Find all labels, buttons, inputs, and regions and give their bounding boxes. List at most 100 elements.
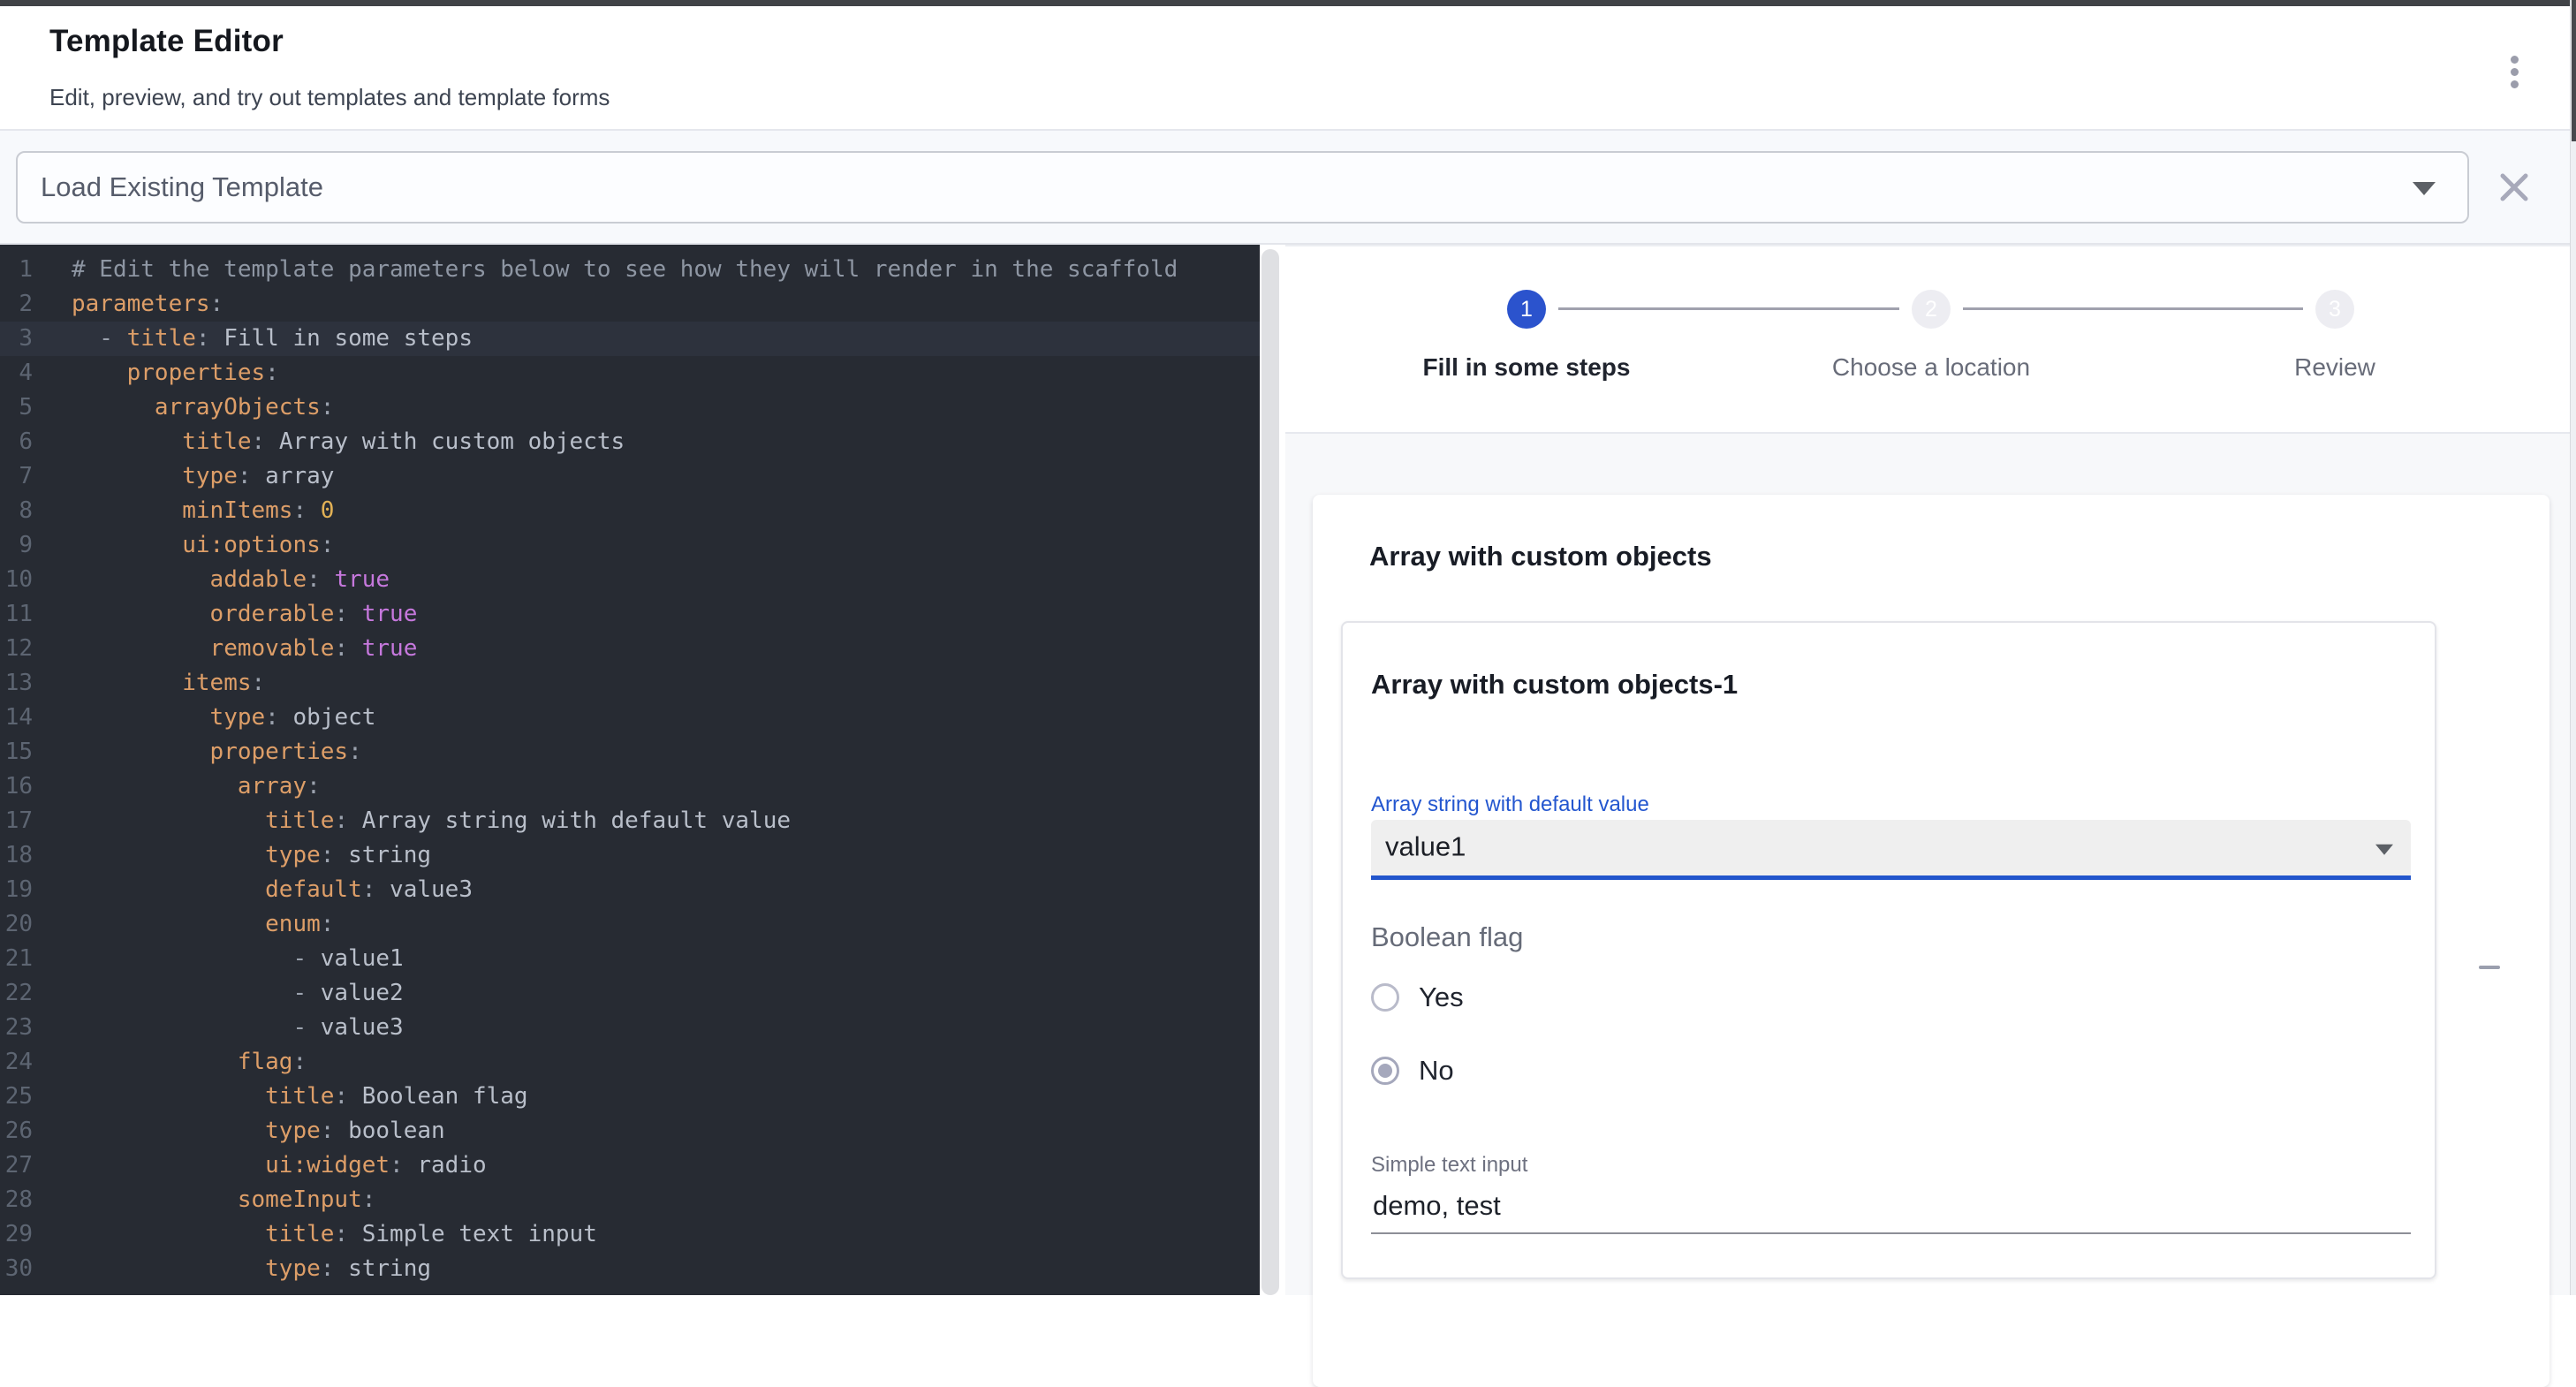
code-line: 27 ui:widget: radio: [0, 1148, 1260, 1183]
form-section-card: Array with custom objects Array with cus…: [1313, 495, 2549, 1387]
line-number: 13: [0, 666, 33, 701]
step-label: Choose a location: [1832, 353, 2030, 382]
line-number: 16: [0, 769, 33, 804]
stepper-connector: [1558, 307, 1899, 310]
code-line: 3 - title: Fill in some steps: [0, 322, 1260, 356]
line-number: 1: [0, 253, 33, 287]
code-line: 21 - value1: [0, 942, 1260, 976]
line-number: 12: [0, 632, 33, 666]
code-line: 11 orderable: true: [0, 597, 1260, 632]
line-number: 27: [0, 1148, 33, 1183]
step-label: Review: [2294, 353, 2375, 382]
template-toolbar: Load Existing Template: [0, 131, 2576, 245]
template-preview-panel: 1 Fill in some steps 2 Choose a location…: [1285, 245, 2576, 1295]
step-circle[interactable]: 2: [1912, 290, 1951, 329]
line-number: 11: [0, 597, 33, 632]
radio-icon: [1371, 1057, 1399, 1085]
minus-icon: [2479, 966, 2500, 969]
code-line: 20 enum:: [0, 907, 1260, 942]
code-line: 7 type: array: [0, 459, 1260, 494]
line-number: 15: [0, 735, 33, 769]
scrollbar-thumb[interactable]: [2572, 0, 2576, 141]
code-line: 19 default: value3: [0, 873, 1260, 907]
page-scrollbar[interactable]: [2570, 0, 2576, 1295]
yaml-code-editor[interactable]: 1# Edit the template parameters below to…: [0, 245, 1260, 1295]
code-lines: 1# Edit the template parameters below to…: [0, 253, 1260, 1286]
line-number: 28: [0, 1183, 33, 1217]
line-number: 25: [0, 1080, 33, 1114]
editor-preview-split: 1# Edit the template parameters below to…: [0, 245, 2576, 1295]
more-options-button[interactable]: [2491, 45, 2537, 98]
radio-icon: [1371, 983, 1399, 1012]
code-line: 18 type: string: [0, 838, 1260, 873]
simple-text-input[interactable]: demo, test: [1371, 1185, 2411, 1234]
step-circle[interactable]: 3: [2315, 290, 2354, 329]
code-line: 23 - value3: [0, 1011, 1260, 1045]
code-line: 9 ui:options:: [0, 528, 1260, 563]
code-line: 16 array:: [0, 769, 1260, 804]
text-field-value: demo, test: [1373, 1190, 1501, 1222]
code-line: 2parameters:: [0, 287, 1260, 322]
window-top-strip: [0, 0, 2576, 6]
step-label: Fill in some steps: [1423, 353, 1631, 382]
code-line: 4 properties:: [0, 356, 1260, 390]
line-number: 4: [0, 356, 33, 390]
code-line: 6 title: Array with custom objects: [0, 425, 1260, 459]
line-number: 10: [0, 563, 33, 597]
form-section-title: Array with custom objects: [1369, 541, 1712, 572]
code-line: 8 minItems: 0: [0, 494, 1260, 528]
line-number: 8: [0, 494, 33, 528]
code-line: 26 type: boolean: [0, 1114, 1260, 1148]
radio-option-no[interactable]: No: [1371, 1051, 1454, 1090]
line-number: 3: [0, 322, 33, 356]
close-icon: [2494, 167, 2534, 208]
line-number: 19: [0, 873, 33, 907]
caret-down-icon: [2413, 182, 2436, 195]
page-header: Template Editor Edit, preview, and try o…: [0, 6, 2576, 131]
line-number: 7: [0, 459, 33, 494]
line-number: 22: [0, 976, 33, 1011]
kebab-menu-icon: [2511, 56, 2519, 64]
line-number: 2: [0, 287, 33, 322]
kebab-menu-icon: [2511, 80, 2519, 88]
remove-array-item-button[interactable]: [2468, 946, 2511, 989]
code-line: 30 type: string: [0, 1252, 1260, 1286]
page-title: Template Editor: [49, 24, 284, 59]
code-line: 22 - value2: [0, 976, 1260, 1011]
radio-option-label: Yes: [1419, 982, 1464, 1013]
kebab-menu-icon: [2511, 68, 2519, 76]
caret-down-icon: [2375, 844, 2393, 854]
code-line: 10 addable: true: [0, 563, 1260, 597]
text-field-label: Simple text input: [1371, 1153, 1527, 1178]
load-template-placeholder: Load Existing Template: [41, 171, 323, 203]
code-line: 24 flag:: [0, 1045, 1260, 1080]
line-number: 26: [0, 1114, 33, 1148]
code-line: 12 removable: true: [0, 632, 1260, 666]
line-number: 30: [0, 1252, 33, 1286]
step-circle[interactable]: 1: [1507, 290, 1546, 329]
clear-selection-button[interactable]: [2489, 147, 2539, 228]
code-line: 25 title: Boolean flag: [0, 1080, 1260, 1114]
line-number: 24: [0, 1045, 33, 1080]
code-line: 13 items:: [0, 666, 1260, 701]
line-number: 18: [0, 838, 33, 873]
line-number: 17: [0, 804, 33, 838]
radio-option-yes[interactable]: Yes: [1371, 978, 1464, 1017]
line-number: 29: [0, 1217, 33, 1252]
line-number: 14: [0, 701, 33, 735]
code-line: 5 arrayObjects:: [0, 390, 1260, 425]
select-field-value: value1: [1385, 830, 1466, 862]
array-item-card: Array with custom objects-1 Array string…: [1341, 621, 2436, 1279]
code-line: 1# Edit the template parameters below to…: [0, 253, 1260, 287]
split-drag-handle[interactable]: [1261, 249, 1279, 1295]
code-line: 28 someInput:: [0, 1183, 1260, 1217]
load-existing-template-select[interactable]: Load Existing Template: [16, 151, 2469, 224]
line-number: 21: [0, 942, 33, 976]
code-line: 17 title: Array string with default valu…: [0, 804, 1260, 838]
stepper-connector: [1963, 307, 2303, 310]
array-item-title: Array with custom objects-1: [1371, 669, 1738, 701]
array-string-select[interactable]: value1: [1371, 820, 2411, 880]
radio-group-label: Boolean flag: [1371, 921, 1523, 953]
form-preview-area: Array with custom objects Array with cus…: [1285, 434, 2576, 1295]
code-line: 14 type: object: [0, 701, 1260, 735]
